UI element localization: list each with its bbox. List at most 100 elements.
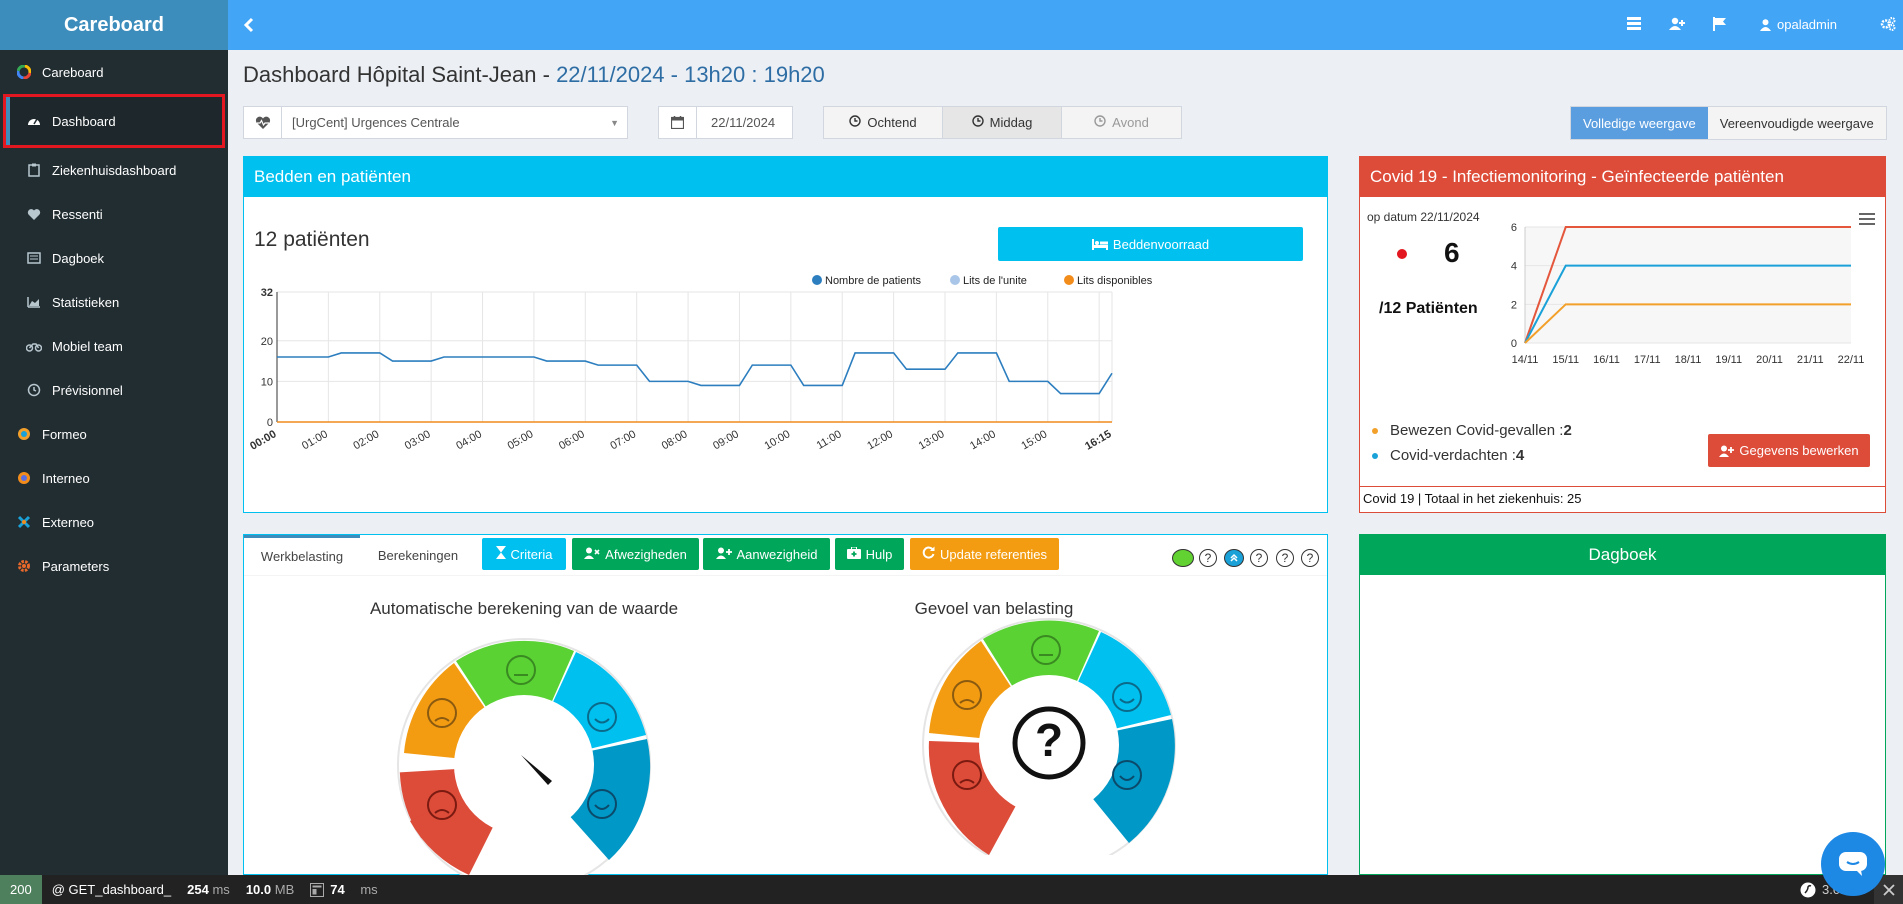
active-indicator	[6, 97, 10, 145]
y-tick-label: 20	[261, 336, 273, 348]
sidebar-item-dagboek[interactable]: Dagboek	[0, 236, 228, 280]
collapse-up-icon[interactable]	[1224, 549, 1244, 567]
chat-widget-button[interactable]	[1821, 832, 1885, 896]
date-input-value: 22/11/2024	[711, 115, 776, 130]
sidebar-item-interneo[interactable]: Interneo	[0, 456, 228, 500]
simple-view-button[interactable]: Vereenvoudigde weergave	[1707, 107, 1886, 139]
sidebar-item-mobiel-team[interactable]: Mobiel team	[0, 324, 228, 368]
clock-icon	[849, 115, 862, 130]
full-view-button[interactable]: Volledige weergave	[1571, 107, 1708, 139]
list-icon[interactable]	[1627, 17, 1643, 33]
tab-werkbelasting[interactable]: Werkbelasting	[244, 535, 360, 575]
formeo-logo-icon	[16, 426, 32, 442]
sidebar-toggle-chevron-left-icon[interactable]	[236, 12, 262, 38]
shift-selector: Ochtend Middag Avond	[823, 106, 1182, 139]
x-tick-label: 22/11	[1838, 354, 1865, 366]
sidebar-item-previsionnel[interactable]: Prévisionnel	[0, 368, 228, 412]
legend-label: Nombre de patients	[825, 275, 921, 287]
status-code[interactable]: 200	[0, 875, 42, 904]
x-tick-label: 12:00	[865, 428, 895, 452]
bed-stock-label: Beddenvoorraad	[1112, 236, 1210, 252]
x-tick-label: 16:15	[1083, 428, 1113, 452]
sidebar-item-parameters[interactable]: Parameters	[0, 544, 228, 588]
template-icon	[310, 882, 325, 897]
sidebar-item-ressenti[interactable]: Ressenti	[0, 192, 228, 236]
x-tick-label: 09:00	[711, 428, 741, 452]
x-tick-label: 03:00	[403, 428, 433, 452]
criteria-button[interactable]: Criteria	[482, 538, 566, 570]
presence-button[interactable]: Aanwezigheid	[703, 538, 830, 570]
help-button[interactable]: Hulp	[835, 538, 904, 570]
memory-unit: MB	[274, 882, 295, 897]
x-tick-label: 00:00	[249, 428, 279, 452]
sidebar-item-careboard[interactable]: Careboard	[0, 50, 228, 94]
covid-count: 6	[1444, 237, 1460, 268]
covid-of-total: /12 Patiënten	[1379, 300, 1478, 317]
covid-suspected-label: Covid-verdachten :	[1390, 447, 1516, 464]
edit-data-button[interactable]: Gegevens bewerken	[1708, 434, 1870, 467]
chart-menu-icon[interactable]	[1859, 213, 1875, 228]
db-time-value: 74	[330, 882, 345, 897]
x-tick-label: 21/11	[1797, 354, 1824, 366]
update-references-button[interactable]: Update referenties	[910, 538, 1059, 570]
bed-stock-button[interactable]: Beddenvoorraad	[998, 227, 1303, 261]
edit-data-label: Gegevens bewerken	[1739, 443, 1859, 458]
tab-divider	[244, 575, 1327, 576]
heart-icon	[26, 206, 42, 222]
careboard-logo-icon	[16, 64, 32, 80]
help-question-icon-2[interactable]: ?	[1250, 549, 1268, 567]
tab-berekeningen[interactable]: Berekeningen	[360, 535, 476, 575]
shift-ochtend-button[interactable]: Ochtend	[824, 107, 943, 138]
unit-select[interactable]: [UrgCent] Urgences Centrale ▼	[243, 106, 628, 139]
settings-gears-icon[interactable]	[1880, 17, 1896, 33]
sidebar-item-externeo[interactable]: Externeo	[0, 500, 228, 544]
covid-suspected-value: 4	[1515, 447, 1525, 464]
memory-usage[interactable]: 10.0 MB	[236, 882, 304, 897]
help-question-icon-1[interactable]: ?	[1199, 549, 1217, 567]
user-menu[interactable]: opaladmin	[1760, 17, 1837, 32]
y-tick-label: 0	[1511, 338, 1517, 350]
sidebar-item-statistieken[interactable]: Statistieken	[0, 280, 228, 324]
plot-background	[1525, 227, 1851, 343]
covid-confirmed-row: Bewezen Covid-gevallen : 2	[1372, 422, 1572, 439]
series-line	[277, 352, 1113, 395]
page-title-main: Dashboard Hôpital Saint-Jean -	[243, 62, 557, 87]
request-time[interactable]: 254 ms	[181, 882, 236, 897]
heartbeat-icon	[244, 107, 282, 138]
brand-logo[interactable]: Careboard	[0, 0, 228, 50]
flag-icon[interactable]	[1713, 17, 1729, 33]
x-tick-label: 16/11	[1593, 354, 1620, 366]
route-name[interactable]: @ GET_dashboard_	[42, 882, 181, 897]
sidebar: Careboard Careboard Dashboard Ziekenhuis…	[0, 0, 228, 875]
sidebar-item-formeo[interactable]: Formeo	[0, 412, 228, 456]
x-tick-label: 15:00	[1019, 428, 1049, 452]
request-time-value: 254	[187, 882, 209, 897]
clock-icon	[26, 382, 42, 398]
caret-down-icon: ▼	[610, 117, 619, 128]
db-time[interactable]: 74 ms	[304, 882, 383, 897]
help-question-icon-3[interactable]: ?	[1276, 549, 1294, 567]
status-green-indicator[interactable]	[1172, 549, 1194, 567]
sidebar-item-dashboard[interactable]: Dashboard	[3, 94, 225, 148]
sidebar-item-ziekenhuisdashboard[interactable]: Ziekenhuisdashboard	[0, 148, 228, 192]
x-tick-label: 13:00	[917, 428, 947, 452]
x-tick-label: 17/11	[1634, 354, 1661, 366]
add-user-icon[interactable]	[1669, 17, 1685, 33]
x-tick-label: 14:00	[968, 428, 998, 452]
x-tick-label: 02:00	[351, 428, 381, 452]
sidebar-item-label: Prévisionnel	[52, 382, 123, 398]
date-input[interactable]: 22/11/2024	[658, 106, 793, 139]
x-tick-label: 18/11	[1675, 354, 1702, 366]
shift-avond-button[interactable]: Avond	[1062, 107, 1181, 138]
x-tick-label: 07:00	[608, 428, 638, 452]
shift-middag-button[interactable]: Middag	[943, 107, 1062, 138]
sidebar-item-label: Dagboek	[52, 250, 105, 266]
x-tick-label: 15/11	[1552, 354, 1579, 366]
diary-panel-title: Dagboek	[1360, 535, 1885, 575]
x-tick-label: 08:00	[660, 428, 690, 452]
y-tick-label: 32	[261, 287, 273, 299]
orange-bullet	[1372, 427, 1378, 434]
help-question-icon-4[interactable]: ?	[1301, 549, 1319, 567]
absences-button[interactable]: Afwezigheden	[572, 538, 699, 570]
gauge1-title: Automatische berekening van de waarde	[369, 599, 679, 618]
